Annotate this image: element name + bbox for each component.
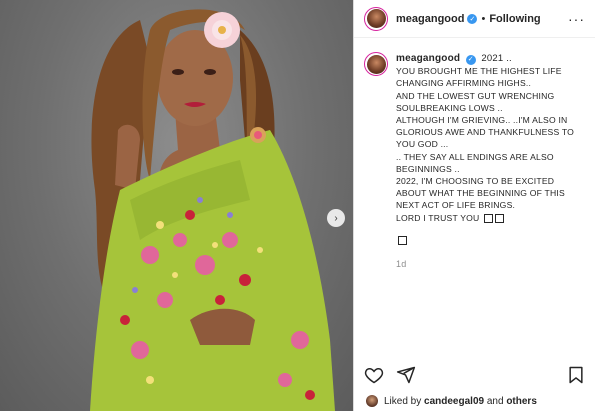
caption-avatar[interactable] — [364, 52, 388, 76]
caption-year: 2021 .. — [481, 53, 512, 64]
post-actions — [364, 364, 586, 386]
emoji-placeholder-icon — [398, 236, 407, 246]
caption-line: YOU BROUGHT ME THE HIGHEST LIFE — [396, 66, 562, 77]
author-username[interactable]: meagangood — [396, 13, 464, 25]
emoji-placeholder-icon — [484, 213, 494, 223]
verified-badge-icon: ✓ — [465, 55, 476, 66]
post-time[interactable]: 1d — [396, 258, 574, 270]
more-icon[interactable]: ··· — [568, 11, 585, 27]
caption-line: GLORIOUS AWE AND THANKFULNESS TO — [396, 127, 574, 138]
author-avatar[interactable] — [364, 6, 388, 31]
likes-others-link[interactable]: others — [506, 396, 537, 407]
chevron-right-icon: › — [334, 212, 338, 224]
caption-line: 2022, I'M CHOOSING TO BE EXCITED — [396, 176, 555, 187]
caption-username[interactable]: meagangood — [396, 53, 460, 64]
caption: meagangood ✓ 2021 .. YOU BROUGHT ME THE … — [364, 52, 589, 270]
caption-line: ABOUT WHAT THE BEGINNING OF THIS — [396, 188, 565, 199]
carousel-next-button[interactable]: › — [327, 209, 345, 227]
caption-line: .. THEY SAY ALL ENDINGS ARE ALSO — [396, 151, 554, 162]
post-header: meagangood ✓ • Following ··· — [354, 0, 595, 38]
post-photo[interactable]: › — [0, 0, 353, 411]
caption-line: AND THE LOWEST GUT WRENCHING — [396, 90, 555, 101]
bookmark-icon[interactable] — [566, 365, 586, 385]
emoji-placeholder-icon — [495, 213, 505, 223]
caption-line: BEGINNINGS .. — [396, 163, 460, 174]
caption-line: CHANGING AFFIRMING HIGHS.. — [396, 78, 532, 89]
heart-icon[interactable] — [364, 365, 384, 385]
caption-line: YOU GOD ... — [396, 139, 449, 150]
caption-line: SOULBREAKING LOWS .. — [396, 102, 503, 113]
caption-line: ALTHOUGH I'M GRIEVING.. ..I'M ALSO IN — [396, 115, 568, 126]
verified-badge-icon: ✓ — [467, 13, 478, 24]
likes-summary: Liked by candeegal09 and others — [366, 395, 537, 407]
likes-connector: and — [486, 395, 504, 407]
likes-prefix: Liked by — [384, 395, 422, 407]
liker-username[interactable]: candeegal09 — [424, 396, 484, 407]
photo-illustration — [90, 9, 335, 411]
share-icon[interactable] — [396, 365, 416, 385]
caption-line: NEXT ACT OF LIFE BRINGS. — [396, 200, 516, 211]
caption-line: LORD I TRUST YOU — [396, 212, 480, 223]
separator-dot: • — [481, 12, 486, 25]
post-side-panel: meagangood ✓ • Following ··· meagangood … — [353, 0, 595, 411]
caption-text: meagangood ✓ 2021 .. YOU BROUGHT ME THE … — [396, 52, 574, 270]
liker-avatar — [366, 395, 378, 407]
follow-status-button[interactable]: Following — [489, 13, 540, 25]
